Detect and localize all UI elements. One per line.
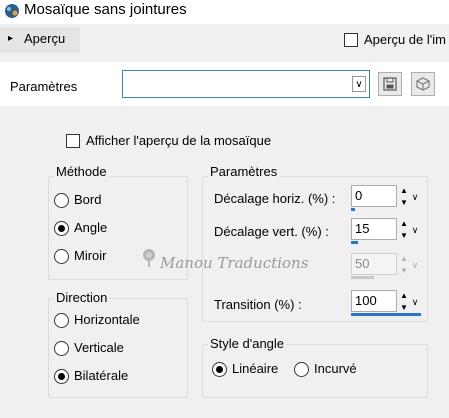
image-preview-checkbox[interactable]	[344, 33, 358, 47]
vertical-offset-spinner[interactable]: ▲ ▼	[398, 218, 410, 242]
direction-label-horizontale[interactable]: Horizontale	[74, 312, 140, 327]
corner-size-input[interactable]: 50	[351, 253, 397, 275]
chevron-down-icon[interactable]: ∨	[410, 222, 420, 238]
chevron-down-icon[interactable]: ∨	[352, 76, 366, 92]
direction-radio-verticale[interactable]	[54, 341, 69, 356]
window-title: Mosaïque sans jointures	[24, 1, 187, 18]
reset-cube-icon	[416, 77, 430, 91]
method-label-angle[interactable]: Angle	[74, 220, 107, 235]
method-radio-miroir[interactable]	[54, 249, 69, 264]
corner-style-group-title: Style d'angle	[208, 336, 287, 351]
reset-preset-button[interactable]	[411, 72, 435, 96]
show-mosaic-preview-label[interactable]: Afficher l'aperçu de la mosaïque	[86, 133, 271, 148]
direction-radio-bilaterale[interactable]	[54, 369, 69, 384]
vertical-offset-value: 15	[355, 221, 370, 236]
horizontal-offset-label: Décalage horiz. (%) :	[214, 191, 336, 206]
chevron-down-icon[interactable]: ∨	[410, 257, 420, 273]
corner-size-spinner[interactable]: ▲ ▼	[398, 253, 410, 277]
rose-watermark-icon	[143, 249, 155, 267]
corner-style-label-incurve[interactable]: Incurvé	[314, 361, 357, 376]
vertical-offset-level-bar	[351, 241, 358, 244]
triangle-down-icon[interactable]: ▼	[398, 230, 410, 242]
expand-arrow-icon[interactable]: ▸	[8, 33, 13, 44]
triangle-down-icon[interactable]: ▼	[398, 265, 410, 277]
chevron-down-icon[interactable]: ∨	[410, 294, 420, 310]
direction-radio-horizontale[interactable]	[54, 313, 69, 328]
save-preset-button[interactable]	[378, 72, 402, 96]
image-preview-label[interactable]: Aperçu de l'im	[364, 32, 446, 47]
mosaic-app-icon	[5, 4, 19, 18]
transition-spinner[interactable]: ▲ ▼	[398, 290, 410, 314]
corner-style-radio-lineaire[interactable]	[212, 362, 227, 377]
triangle-up-icon[interactable]: ▲	[398, 185, 410, 197]
horizontal-offset-level-bar	[351, 208, 355, 211]
triangle-up-icon[interactable]: ▲	[398, 218, 410, 230]
vertical-offset-input[interactable]: 15	[351, 218, 397, 240]
presets-label: Paramètres	[10, 79, 78, 94]
triangle-up-icon[interactable]: ▲	[398, 253, 410, 265]
method-radio-angle[interactable]	[54, 221, 69, 236]
chevron-down-icon[interactable]: ∨	[410, 189, 420, 205]
corner-size-value: 50	[355, 256, 370, 271]
vertical-offset-label: Décalage vert. (%) :	[214, 224, 329, 239]
transition-level-bar	[351, 313, 421, 316]
corner-style-label-lineaire[interactable]: Linéaire	[232, 361, 278, 376]
transition-input[interactable]: 100	[351, 290, 397, 312]
triangle-down-icon[interactable]: ▼	[398, 302, 410, 314]
direction-group-title: Direction	[54, 290, 110, 305]
method-label-miroir[interactable]: Miroir	[74, 248, 107, 263]
horizontal-offset-input[interactable]: 0	[351, 185, 397, 207]
corner-style-radio-incurve[interactable]	[294, 362, 309, 377]
direction-label-bilaterale[interactable]: Bilatérale	[74, 368, 128, 383]
method-radio-bord[interactable]	[54, 193, 69, 208]
horizontal-offset-spinner[interactable]: ▲ ▼	[398, 185, 410, 209]
floppy-save-icon	[383, 77, 397, 91]
parameters-group-title: Paramètres	[208, 164, 280, 179]
method-group-title: Méthode	[54, 164, 109, 179]
watermark-text: Manou Traductions	[160, 254, 309, 272]
transition-value: 100	[355, 293, 377, 308]
preview-toggle-label[interactable]: Aperçu	[24, 31, 65, 46]
horizontal-offset-value: 0	[355, 188, 363, 203]
method-label-bord[interactable]: Bord	[74, 192, 101, 207]
transition-label: Transition (%) :	[214, 297, 302, 312]
presets-dropdown[interactable]	[122, 70, 370, 98]
triangle-up-icon[interactable]: ▲	[398, 290, 410, 302]
corner-size-level-bar	[351, 276, 374, 279]
triangle-down-icon[interactable]: ▼	[398, 197, 410, 209]
direction-label-verticale[interactable]: Verticale	[74, 340, 124, 355]
show-mosaic-preview-checkbox[interactable]	[66, 134, 80, 148]
